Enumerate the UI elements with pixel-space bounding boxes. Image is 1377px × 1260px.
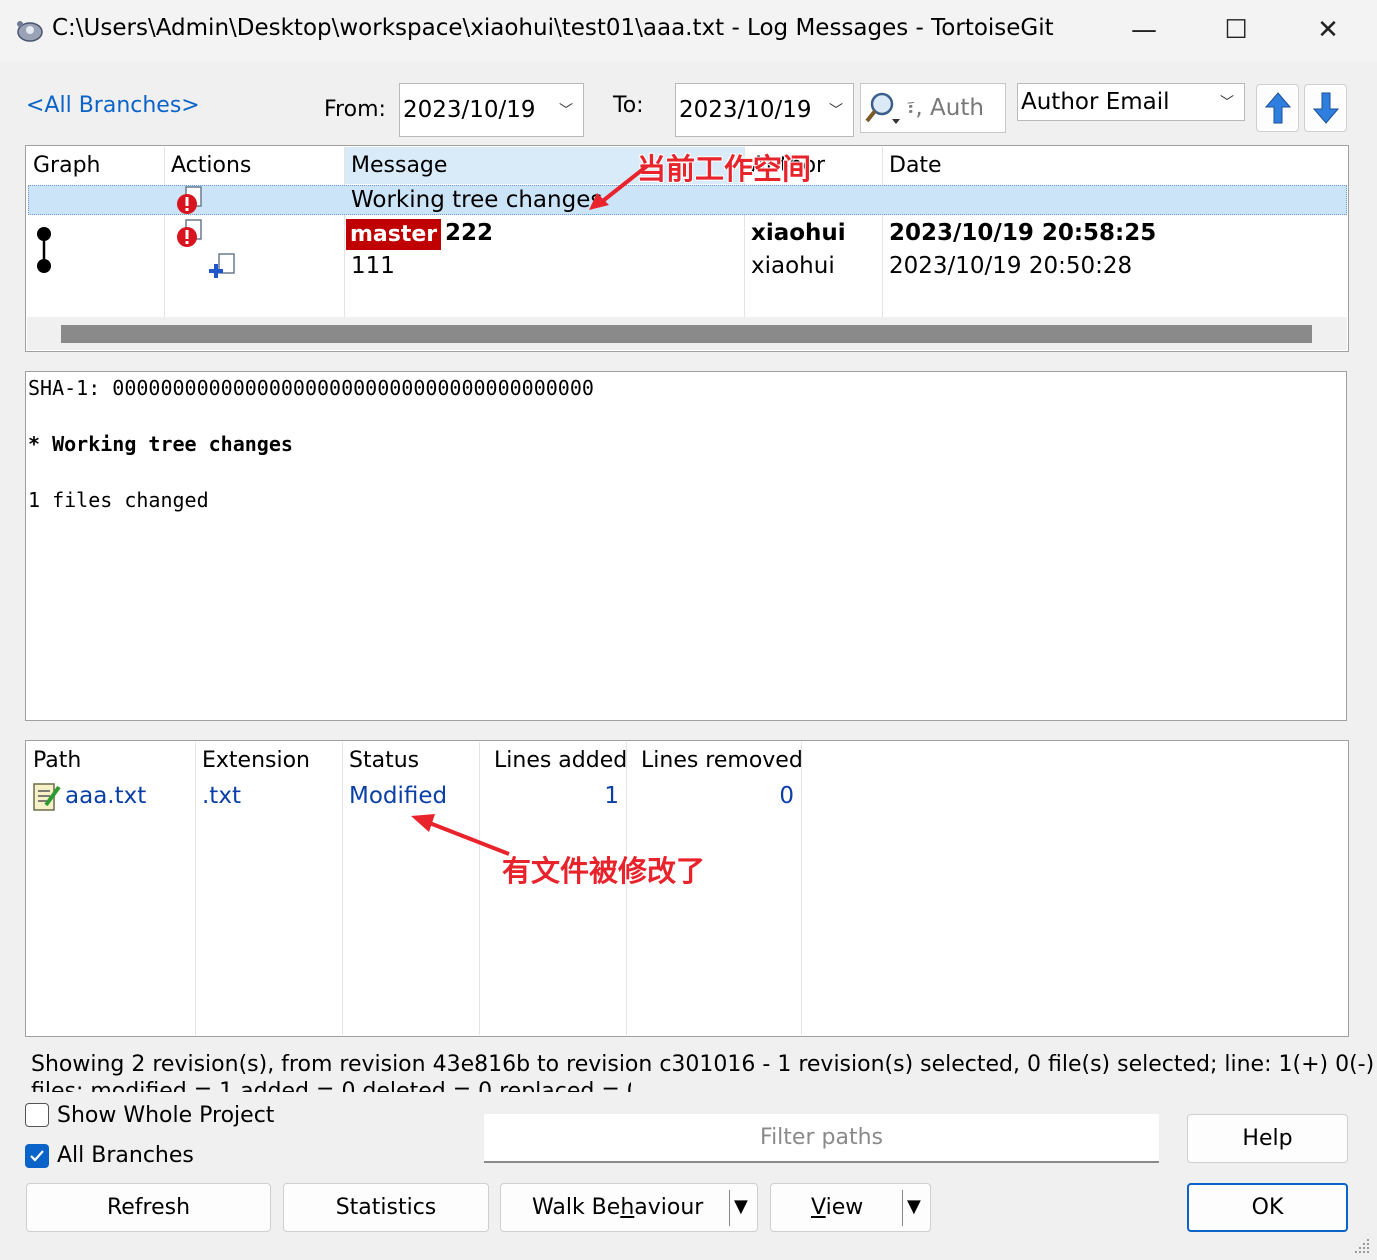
log-header-actions[interactable]: Actions (171, 153, 251, 178)
checkmark-icon (30, 1150, 44, 1162)
chevron-down-icon: ﹀ (1220, 95, 1234, 111)
all-branches-link[interactable]: <All Branches> (26, 93, 200, 118)
log-row-author: xiaohui (751, 253, 835, 279)
tortoisegit-logo-icon (17, 21, 43, 42)
chevron-down-icon: ﹀ (559, 103, 573, 119)
view-button[interactable]: View ▼ (770, 1183, 931, 1232)
file-status: Modified (349, 783, 448, 809)
file-added-icon (209, 253, 235, 278)
annotation-arrow-icon (411, 814, 510, 856)
search-filter-select[interactable]: Author Email ﹀ (1017, 83, 1245, 121)
annotation-workspace: 当前工作空间 (637, 152, 812, 186)
statistics-button[interactable]: Statistics (283, 1183, 489, 1232)
to-date-picker[interactable]: 2023/10/19 ﹀ (675, 83, 854, 137)
filter-paths-placeholder: Filter paths (760, 1125, 883, 1150)
log-header-message[interactable]: Message (351, 153, 447, 178)
from-date-value: 2023/10/19 (403, 97, 536, 123)
log-row-message: 222 (445, 220, 494, 246)
close-button[interactable]: ✕ (1282, 0, 1374, 60)
arrow-up-icon (1264, 92, 1291, 124)
status-details: files: modified = 1 added = 0 deleted = … (31, 1079, 631, 1092)
file-lines-added: 1 (604, 783, 619, 809)
files-header-extension[interactable]: Extension (202, 748, 310, 773)
commit-sha: SHA-1: 000000000000000000000000000000000… (28, 376, 594, 400)
arrow-down-icon (1312, 92, 1339, 124)
files-header-status[interactable]: Status (349, 748, 419, 773)
log-header-date[interactable]: Date (889, 153, 942, 178)
text-file-modified-icon (33, 783, 61, 811)
minimize-button[interactable]: — (1098, 0, 1190, 60)
file-conflict-icon (177, 219, 202, 247)
maximize-button[interactable]: ☐ (1190, 0, 1282, 60)
log-row-author: xiaohui (751, 220, 846, 246)
annotation-arrow-icon (589, 164, 649, 210)
commit-subject: * Working tree changes (28, 432, 293, 456)
files-header-path[interactable]: Path (33, 748, 81, 773)
log-row-message: 111 (351, 253, 395, 279)
search-field[interactable]: ፣, Auth (860, 83, 1006, 133)
commit-detail-panel[interactable] (25, 371, 1347, 721)
chevron-down-icon: ﹀ (829, 103, 843, 119)
file-lines-removed: 0 (779, 783, 794, 809)
files-header-lines-removed[interactable]: Lines removed (641, 748, 803, 773)
show-whole-project-checkbox[interactable] (25, 1103, 49, 1127)
walk-behaviour-label: Walk Behaviour (532, 1195, 704, 1220)
to-date-value: 2023/10/19 (679, 97, 812, 123)
log-row-date: 2023/10/19 20:50:28 (889, 253, 1133, 279)
dropdown-arrow-icon[interactable]: ▼ (734, 1196, 748, 1217)
log-row-message: Working tree changes (351, 187, 603, 213)
log-row-date: 2023/10/19 20:58:25 (889, 220, 1157, 246)
all-branches-label[interactable]: All Branches (57, 1143, 194, 1168)
status-summary: Showing 2 revision(s), from revision 43e… (31, 1052, 1375, 1077)
search-filter-value: Author Email (1021, 89, 1170, 115)
branch-badge-master[interactable]: master (346, 219, 442, 250)
all-branches-checkbox[interactable] (25, 1144, 49, 1168)
ok-button[interactable]: OK (1187, 1183, 1348, 1232)
log-header-graph[interactable]: Graph (33, 153, 100, 178)
file-extension: .txt (202, 783, 241, 809)
search-placeholder: ፣, Auth (906, 95, 984, 121)
resize-grip-icon[interactable] (1352, 1236, 1372, 1256)
from-date-picker[interactable]: 2023/10/19 ﹀ (399, 83, 584, 137)
walk-behaviour-button[interactable]: Walk Behaviour ▼ (500, 1183, 758, 1232)
refresh-button[interactable]: Refresh (26, 1183, 271, 1232)
file-conflict-icon (177, 186, 202, 214)
log-scrollbar-thumb[interactable] (61, 325, 1312, 343)
commit-summary: 1 files changed (28, 488, 209, 512)
view-label: View (811, 1195, 864, 1220)
files-header-lines-added[interactable]: Lines added (494, 748, 627, 773)
commit-graph (37, 227, 51, 273)
help-button[interactable]: Help (1187, 1114, 1348, 1163)
window-title: C:\Users\Admin\Desktop\workspace\xiaohui… (52, 15, 1054, 41)
file-path[interactable]: aaa.txt (65, 783, 146, 809)
search-icon (865, 92, 900, 124)
to-label: To: (613, 93, 644, 118)
from-label: From: (324, 97, 386, 122)
dropdown-arrow-icon[interactable]: ▼ (907, 1196, 921, 1217)
show-whole-project-label[interactable]: Show Whole Project (57, 1103, 274, 1128)
move-down-button[interactable] (1304, 84, 1347, 132)
table-row[interactable] (28, 185, 1347, 215)
move-up-button[interactable] (1256, 84, 1299, 132)
filter-paths-input[interactable]: Filter paths (484, 1114, 1159, 1163)
annotation-modified: 有文件被修改了 (502, 854, 706, 888)
status-details-clip: files: modified = 1 added = 0 deleted = … (31, 1079, 631, 1092)
